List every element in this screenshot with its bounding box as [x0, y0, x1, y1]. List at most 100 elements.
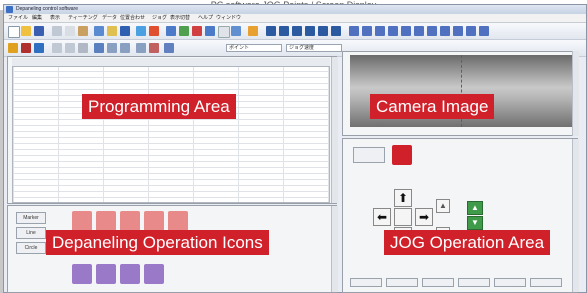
open-folder-icon[interactable]: [21, 26, 31, 36]
icons-scrollbar[interactable]: [331, 206, 338, 292]
point-icon[interactable]: [166, 26, 176, 36]
op-arc-icon[interactable]: [96, 211, 116, 231]
menu-display[interactable]: 表示切替: [170, 14, 190, 22]
align-5-icon[interactable]: [318, 26, 328, 36]
paste-icon[interactable]: [78, 26, 88, 36]
jog-right-button[interactable]: ➡: [415, 208, 433, 226]
program-table[interactable]: [12, 58, 330, 203]
peak-tool-icon[interactable]: [414, 26, 424, 36]
target-tool-icon[interactable]: [479, 26, 489, 36]
menu-help[interactable]: ヘルプ: [198, 14, 213, 22]
op-mark-4-icon[interactable]: [144, 264, 164, 284]
jog-bottom-btn-3[interactable]: [422, 278, 454, 287]
align-2-icon[interactable]: [279, 26, 289, 36]
menu-window[interactable]: ウィンドウ: [216, 14, 241, 22]
jog-left-button[interactable]: ⬅: [373, 208, 391, 226]
menu-data[interactable]: データ: [102, 14, 117, 22]
title-bar: Depaneling control software: [4, 5, 586, 14]
line-tool-icon[interactable]: [349, 26, 359, 36]
op-mark-3-icon[interactable]: [120, 264, 140, 284]
align-3-icon[interactable]: [292, 26, 302, 36]
align-6-icon[interactable]: [331, 26, 341, 36]
undo-icon[interactable]: [94, 26, 104, 36]
jog-scrollbar[interactable]: [572, 139, 579, 292]
grid-icon[interactable]: [218, 26, 230, 38]
display-icon[interactable]: [205, 26, 215, 36]
tool-10-icon[interactable]: [164, 43, 174, 53]
circle-tool-icon[interactable]: [466, 26, 476, 36]
tool-9-icon[interactable]: [149, 43, 159, 53]
app-icon: [6, 6, 13, 13]
line-button[interactable]: Line: [16, 227, 46, 239]
jog-center-button[interactable]: [394, 208, 412, 226]
program-scrollbar[interactable]: [331, 57, 338, 203]
programming-area-label: Programming Area: [82, 94, 236, 119]
cut-icon[interactable]: [192, 26, 202, 36]
jog-bottom-btn-2[interactable]: [386, 278, 418, 287]
toolbar-main: [4, 23, 586, 40]
op-curve-icon[interactable]: [120, 211, 140, 231]
edit-icon[interactable]: [8, 43, 18, 53]
new-file-icon[interactable]: [8, 26, 20, 38]
marker-icon[interactable]: [21, 43, 31, 53]
globe-icon[interactable]: [34, 43, 44, 53]
align-4-icon[interactable]: [305, 26, 315, 36]
light-icon[interactable]: [248, 26, 258, 36]
jog-mode-button[interactable]: [353, 147, 385, 163]
green-down-button[interactable]: ▼: [467, 216, 483, 230]
move-icon[interactable]: [136, 26, 146, 36]
menu-jog[interactable]: ジョグ: [152, 14, 167, 22]
jog-bottom-btn-1[interactable]: [350, 278, 382, 287]
menu-file[interactable]: ファイル: [8, 14, 28, 22]
marker-button[interactable]: Marker: [16, 212, 46, 224]
help-icon[interactable]: [120, 26, 130, 36]
offset-icon[interactable]: [231, 26, 241, 36]
op-line-icon[interactable]: [72, 211, 92, 231]
jog-up-button[interactable]: ⬆: [394, 189, 412, 207]
wave-tool-icon[interactable]: [427, 26, 437, 36]
point-select[interactable]: ポイント: [226, 44, 282, 52]
route-icon[interactable]: [179, 26, 189, 36]
depaneling-icons-label: Depaneling Operation Icons: [46, 230, 269, 255]
tool-2-icon[interactable]: [52, 43, 62, 53]
align-icon[interactable]: [266, 26, 276, 36]
curve-tool-icon[interactable]: [375, 26, 385, 36]
menu-bar: ファイル 編集 表示 ティーチング データ 位置合わせ ジョグ 表示切替 ヘルプ…: [4, 14, 586, 23]
op-corner-icon[interactable]: [144, 211, 164, 231]
tool-icon[interactable]: [107, 26, 117, 36]
green-up-button[interactable]: ▲: [467, 201, 483, 215]
menu-teaching[interactable]: ティーチング: [68, 14, 98, 22]
save-icon[interactable]: [34, 26, 44, 36]
tool-8-icon[interactable]: [136, 43, 146, 53]
tool-3-icon[interactable]: [65, 43, 75, 53]
menu-align[interactable]: 位置合わせ: [120, 14, 145, 22]
draw-icon[interactable]: [149, 26, 159, 36]
op-mark-1-icon[interactable]: [72, 264, 92, 284]
menu-edit[interactable]: 編集: [32, 14, 42, 22]
tool-5-icon[interactable]: [94, 43, 104, 53]
jog-bottom-btn-6[interactable]: [530, 278, 562, 287]
jog-bottom-btn-4[interactable]: [458, 278, 490, 287]
camera-scrollbar[interactable]: [572, 51, 579, 136]
circle-button[interactable]: Circle: [16, 242, 46, 254]
corner-tool-icon[interactable]: [453, 26, 463, 36]
arc-tool-icon[interactable]: [362, 26, 372, 36]
diagonal-tool-icon[interactable]: [401, 26, 411, 36]
menu-view[interactable]: 表示: [50, 14, 60, 22]
copy-icon[interactable]: [65, 26, 75, 36]
op-mark-2-icon[interactable]: [96, 264, 116, 284]
stop-icon[interactable]: [392, 145, 412, 165]
tool-7-icon[interactable]: [120, 43, 130, 53]
jog-z-up-button[interactable]: ▲: [436, 199, 450, 213]
jog-area-label: JOG Operation Area: [384, 230, 551, 255]
camera-image-label: Camera Image: [370, 94, 495, 119]
print-icon[interactable]: [52, 26, 62, 36]
jog-bottom-btn-5[interactable]: [494, 278, 526, 287]
tool-4-icon[interactable]: [78, 43, 88, 53]
zigzag-tool-icon[interactable]: [440, 26, 450, 36]
program-table-header: [12, 58, 330, 67]
slash-tool-icon[interactable]: [388, 26, 398, 36]
op-circle-icon[interactable]: [168, 211, 188, 231]
tool-6-icon[interactable]: [107, 43, 117, 53]
jog-speed-select[interactable]: ジョグ速度: [286, 44, 342, 52]
